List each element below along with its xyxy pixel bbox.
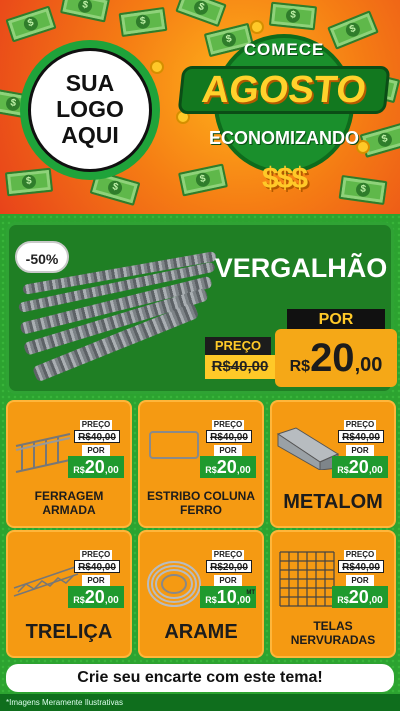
product-name: ARAME — [164, 621, 238, 643]
metalom-image — [276, 427, 340, 470]
unit-label: MT — [246, 590, 255, 596]
product-card[interactable]: PREÇO R$40,00 POR R$20,00 TRELIÇA — [6, 530, 132, 658]
money-bill-icon — [5, 5, 57, 43]
logo-line: SUA — [65, 70, 115, 97]
money-bill-icon — [268, 1, 318, 31]
price-integer: 20 — [310, 336, 355, 380]
price-cents: ,00 — [368, 465, 383, 476]
disclaimer: *Imagens Meramente Ilustrativas — [0, 694, 400, 711]
logo-placeholder[interactable]: SUA LOGO AQUI — [20, 40, 160, 180]
new-price: R$20,00 — [68, 456, 124, 478]
currency-symbol: R$ — [289, 358, 311, 375]
money-symbols: $$$ — [261, 162, 308, 195]
new-price-label: POR — [214, 575, 242, 586]
old-price-label: PREÇO — [205, 337, 271, 355]
money-bill-icon — [118, 6, 168, 38]
new-price-label: POR — [82, 445, 110, 456]
product-name: TELAS NERVURADAS — [290, 619, 376, 648]
currency-symbol: R$ — [205, 595, 217, 605]
headline-top: COMECE — [243, 40, 325, 59]
price-integer: 20 — [348, 457, 369, 477]
new-price: R$20,00 — [332, 586, 388, 608]
price-cents: ,00 — [104, 595, 119, 606]
new-price-label: POR — [346, 445, 374, 456]
price-integer: 10 — [216, 587, 237, 607]
money-bill-icon — [4, 167, 54, 197]
price-tag: PREÇO R$20,00 POR R$10,00 MT — [200, 550, 256, 608]
ferragem-armada-image — [15, 433, 71, 473]
new-price: R$20,00 — [200, 456, 256, 478]
price-integer: 20 — [84, 587, 105, 607]
new-price: R$20,00 — [68, 586, 124, 608]
price-integer: 20 — [348, 587, 369, 607]
old-price-label: PREÇO — [80, 550, 112, 560]
product-card[interactable]: PREÇO R$40,00 POR R$20,00 FERRAGEM ARMAD… — [6, 400, 132, 528]
product-name: METALOM — [283, 491, 383, 513]
old-price-label: PREÇO — [344, 420, 376, 430]
featured-title: VERGALHÃO — [214, 253, 388, 283]
money-bill-icon — [60, 0, 110, 23]
new-price: R$20,00 — [275, 329, 397, 387]
telas-image — [279, 551, 335, 607]
old-price-label: PREÇO — [212, 550, 244, 560]
price-tag: PREÇO R$40,00 POR R$20,00 — [200, 420, 256, 478]
price-cents: ,00 — [104, 465, 119, 476]
discount-badge: -50% — [15, 241, 69, 273]
price-tag: PREÇO R$40,00 POR R$20,00 — [68, 420, 124, 478]
new-price: R$20,00 — [332, 456, 388, 478]
price-integer: 20 — [84, 457, 105, 477]
price-cents: ,00 — [236, 465, 251, 476]
old-price: R$20,00 — [206, 560, 252, 573]
old-price: R$40,00 — [338, 560, 384, 573]
old-price-label: PREÇO — [212, 420, 244, 430]
old-price: R$40,00 — [205, 355, 275, 379]
currency-symbol: R$ — [205, 465, 217, 475]
price-tag: PREÇO R$40,00 POR R$20,00 — [68, 550, 124, 608]
arame-image — [147, 561, 201, 607]
currency-symbol: R$ — [337, 465, 349, 475]
old-price-label: PREÇO — [344, 550, 376, 560]
old-price: R$40,00 — [338, 430, 384, 443]
new-price-label: POR — [82, 575, 110, 586]
old-price: R$40,00 — [74, 430, 120, 443]
currency-symbol: R$ — [73, 595, 85, 605]
cta-banner[interactable]: Crie seu encarte com este tema! — [6, 664, 394, 692]
price-cents: ,00 — [368, 595, 383, 606]
new-price: R$10,00 MT — [200, 586, 256, 608]
headline-main: AGOSTO — [199, 69, 369, 111]
headline-bottom: ECONOMIZANDO — [209, 128, 359, 148]
product-card[interactable]: PREÇO R$40,00 POR R$20,00 TELAS NERVURAD… — [270, 530, 396, 658]
new-price-label: POR — [214, 445, 242, 456]
old-price: R$40,00 — [206, 430, 252, 443]
product-card[interactable]: PREÇO R$40,00 POR R$20,00 ESTRIBO COLUNA… — [138, 400, 264, 528]
price-integer: 20 — [216, 457, 237, 477]
new-price-label: POR — [346, 575, 374, 586]
money-bill-icon — [175, 0, 227, 28]
price-tag: PREÇO R$40,00 POR R$20,00 — [332, 550, 388, 608]
price-cents: ,00 — [354, 354, 383, 376]
hero-banner: SUA LOGO AQUI COMECE AGOSTO ECONOMIZANDO… — [0, 0, 400, 214]
product-name: TRELIÇA — [25, 621, 113, 643]
featured-product-card[interactable]: -50% VERGALHÃO PREÇO R$40,00 POR R$20,00 — [6, 222, 397, 394]
currency-symbol: R$ — [337, 595, 349, 605]
campaign-badge: COMECE AGOSTO ECONOMIZANDO $$$ — [177, 34, 391, 204]
product-card[interactable]: PREÇO R$20,00 POR R$10,00 MT ARAME — [138, 530, 264, 658]
product-name: ESTRIBO COLUNA FERRO — [147, 489, 255, 518]
product-name: FERRAGEM ARMADA — [34, 489, 104, 518]
coin-icon — [250, 20, 264, 34]
old-price-label: PREÇO — [80, 420, 112, 430]
currency-symbol: R$ — [73, 465, 85, 475]
logo-line: AQUI — [61, 121, 119, 148]
new-price-label: POR — [287, 309, 385, 331]
logo-line: LOGO — [56, 96, 124, 123]
old-price: R$40,00 — [74, 560, 120, 573]
price-tag: PREÇO R$40,00 POR R$20,00 — [332, 420, 388, 478]
estribo-image — [149, 431, 199, 459]
product-card[interactable]: PREÇO R$40,00 POR R$20,00 METALOM — [270, 400, 396, 528]
coin-icon — [150, 60, 164, 74]
